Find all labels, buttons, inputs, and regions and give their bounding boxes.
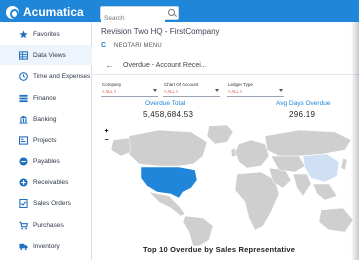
sidebar: Favorites Data Views Time and Expenses F… bbox=[0, 22, 92, 260]
breadcrumb-menu[interactable]: NEOTARI MENU bbox=[114, 43, 162, 49]
sidebar-item-label: Data Views bbox=[33, 51, 66, 59]
filter-label: Ledger Type bbox=[228, 82, 253, 87]
map-region-japan bbox=[340, 157, 348, 171]
sidebar-item-data-views[interactable]: Data Views bbox=[0, 45, 92, 65]
sidebar-item-label: Time and Expenses bbox=[33, 72, 91, 80]
sidebar-item-projects[interactable]: Projects bbox=[0, 130, 92, 150]
sidebar-item-label: Sales Orders bbox=[33, 199, 71, 207]
kpi-overdue-total-label: Overdue Total bbox=[145, 100, 186, 107]
sidebar-item-finance[interactable]: Finance bbox=[0, 88, 92, 108]
workspace-c-icon: C bbox=[101, 42, 107, 49]
sidebar-item-label: Favorites bbox=[33, 30, 60, 38]
sidebar-item-label: Banking bbox=[33, 115, 57, 123]
kpi-avg-days-label: Avg Days Overdue bbox=[276, 100, 331, 107]
sidebar-item-sales-orders[interactable]: Sales Orders bbox=[0, 193, 92, 213]
sidebar-item-label: Receivables bbox=[33, 178, 69, 186]
map-region-russia bbox=[264, 129, 352, 157]
main-content: Revision Two HQ - FirstCompany C NEOTARI… bbox=[93, 22, 359, 260]
sidebar-item-label: Projects bbox=[33, 136, 57, 144]
chevron-down-icon[interactable] bbox=[279, 89, 283, 92]
filter-ledger-type[interactable]: Ledger Type < ALL > bbox=[227, 80, 284, 97]
page-header: ← Overdue - Account Recei... bbox=[105, 60, 207, 70]
plus-circle-icon bbox=[19, 177, 28, 187]
sidebar-item-label: Purchases bbox=[33, 221, 64, 229]
header-divider bbox=[93, 74, 359, 75]
sidebar-item-favorites[interactable]: Favorites bbox=[0, 24, 92, 44]
map-region-southeast-asia bbox=[312, 183, 338, 201]
kpi-overdue-total-value: 5,458,684.53 bbox=[143, 110, 194, 119]
sidebar-item-inventory[interactable]: Inventory bbox=[0, 236, 92, 256]
company-title[interactable]: Revision Two HQ - FirstCompany bbox=[101, 27, 220, 36]
filter-chart-of-account[interactable]: Chart Of Account < ALL > bbox=[163, 80, 220, 97]
bank-icon bbox=[19, 115, 28, 124]
sidebar-item-time-and-expenses[interactable]: Time and Expenses bbox=[0, 66, 92, 86]
filter-value: < ALL > bbox=[164, 89, 179, 94]
world-map-graphic bbox=[110, 124, 354, 247]
world-map[interactable]: + − bbox=[99, 122, 355, 252]
minus-circle-icon bbox=[19, 156, 28, 166]
top-bar: Acumatica bbox=[0, 0, 359, 25]
truck-icon bbox=[19, 242, 28, 251]
search-box[interactable] bbox=[100, 6, 179, 25]
window-shadow bbox=[351, 22, 359, 260]
sales-orders-icon bbox=[19, 198, 28, 208]
acumatica-logo-icon bbox=[6, 5, 19, 19]
chevron-down-icon[interactable] bbox=[153, 89, 157, 92]
sidebar-item-label: Inventory bbox=[33, 242, 60, 250]
finance-icon bbox=[19, 94, 28, 103]
filter-value: < ALL > bbox=[102, 89, 117, 94]
cart-icon bbox=[19, 221, 29, 230]
chevron-down-icon[interactable] bbox=[215, 89, 219, 92]
sidebar-item-purchases[interactable]: Purchases bbox=[0, 215, 92, 235]
map-region-usa bbox=[140, 166, 198, 199]
page-title: Overdue - Account Recei... bbox=[123, 61, 207, 69]
map-region-canada bbox=[128, 129, 208, 167]
map-region-south-america bbox=[182, 215, 214, 247]
map-region-greenland bbox=[206, 124, 234, 145]
star-icon bbox=[19, 30, 28, 39]
map-region-australia bbox=[318, 207, 354, 233]
zoom-in-button[interactable]: + bbox=[103, 128, 110, 135]
app-window: Acumatica Favorites Data Views Time and … bbox=[0, 0, 359, 260]
sidebar-item-payables[interactable]: Payables bbox=[0, 151, 92, 171]
projects-icon bbox=[18, 135, 29, 145]
filter-label: Company bbox=[102, 82, 122, 87]
sidebar-item-label: Payables bbox=[33, 157, 60, 165]
search-icon[interactable] bbox=[168, 9, 175, 16]
brand-name: Acumatica bbox=[23, 5, 84, 19]
map-region-india bbox=[292, 173, 312, 197]
sidebar-item-receivables[interactable]: Receivables bbox=[0, 172, 92, 192]
map-region-europe bbox=[234, 139, 270, 169]
kpi-avg-days-value: 296.19 bbox=[289, 110, 316, 119]
filter-label: Chart Of Account bbox=[164, 82, 199, 87]
breadcrumb: C NEOTARI MENU bbox=[101, 42, 162, 50]
clock-icon bbox=[19, 71, 28, 81]
brand-logo[interactable]: Acumatica bbox=[6, 4, 84, 20]
sidebar-item-banking[interactable]: Banking bbox=[0, 109, 92, 129]
back-arrow-icon[interactable]: ← bbox=[105, 60, 114, 70]
table-icon bbox=[18, 50, 29, 60]
map-region-alaska bbox=[110, 137, 132, 157]
map-region-uk bbox=[230, 147, 237, 158]
filter-company[interactable]: Company < ALL > bbox=[101, 80, 158, 97]
filter-value: < ALL > bbox=[228, 89, 243, 94]
chart-title: Top 10 Overdue by Sales Representative bbox=[143, 245, 296, 254]
sidebar-item-label: Finance bbox=[33, 94, 57, 102]
zoom-out-button[interactable]: − bbox=[103, 137, 110, 144]
